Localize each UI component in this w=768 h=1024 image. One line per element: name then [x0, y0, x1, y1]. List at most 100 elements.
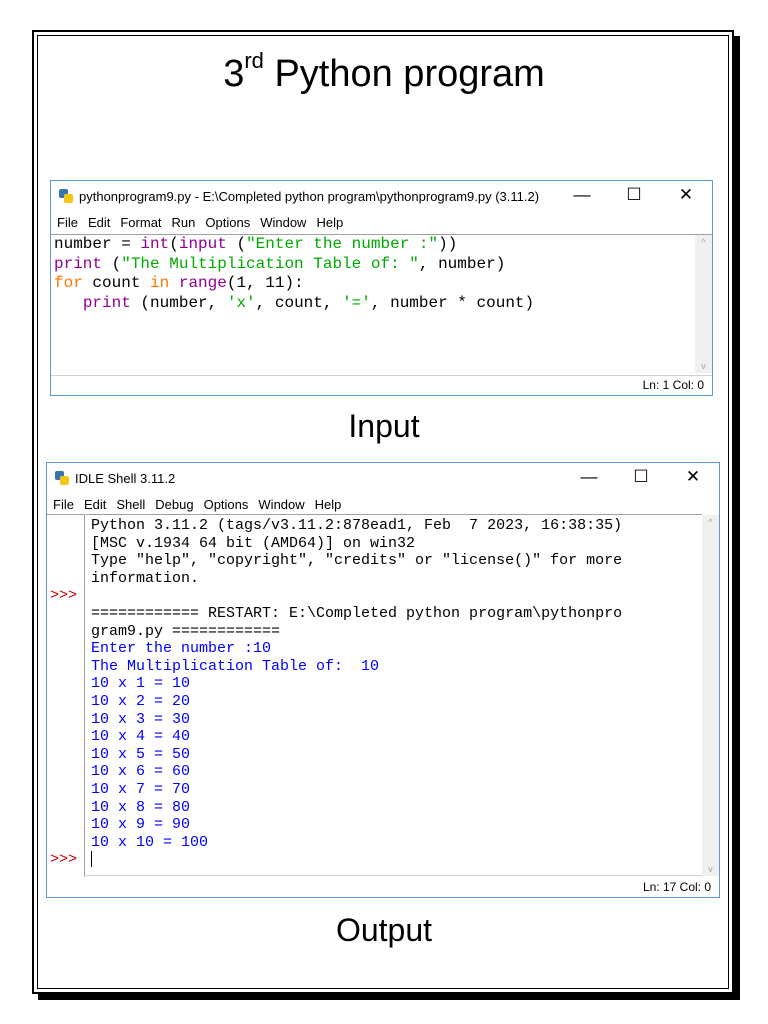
shell-prompt	[50, 605, 84, 623]
keyword-token: for	[54, 274, 83, 293]
menu-item-shell[interactable]: Shell	[116, 497, 145, 512]
shell-prompt	[50, 728, 84, 746]
shell-line: 10 x 8 = 80	[91, 798, 191, 816]
shell-prompt	[50, 535, 84, 553]
shell-line: 10 x 4 = 40	[91, 728, 191, 746]
python-icon	[55, 471, 69, 485]
shell-prompt	[50, 693, 84, 711]
text-cursor	[91, 851, 92, 868]
shell-line: information.	[91, 569, 200, 587]
shell-line: Python 3.11.2 (tags/v3.11.2:878ead1, Feb…	[91, 517, 623, 534]
string-token: "The Multiplication Table of: "	[121, 254, 419, 273]
menu-item-format[interactable]: Format	[120, 215, 161, 230]
shell-output-area[interactable]: Python 3.11.2 (tags/v3.11.2:878ead1, Feb…	[86, 514, 702, 876]
minimize-button[interactable]: —	[563, 463, 615, 493]
shell-prompt	[50, 552, 84, 570]
shell-prompt	[50, 570, 84, 588]
shell-statusbar: Ln: 17 Col: 0	[642, 880, 711, 894]
menu-item-options[interactable]: Options	[204, 497, 249, 512]
code-token: (	[226, 235, 247, 253]
shell-prompt-gutter: >>> >>>	[47, 514, 85, 877]
shell-titlebar: IDLE Shell 3.11.2 — ☐ ✕	[47, 463, 719, 493]
code-line: print ("The Multiplication Table of: ", …	[54, 255, 712, 275]
shell-line: 10 x 3 = 30	[91, 710, 191, 728]
shell-prompt	[50, 675, 84, 693]
editor-statusbar: Ln: 1 Col: 0	[642, 378, 704, 392]
builtin-token: print	[54, 254, 103, 273]
code-token: (	[169, 235, 179, 253]
string-token: '='	[342, 293, 371, 312]
menu-item-help[interactable]: Help	[316, 215, 343, 230]
code-token: number =	[54, 235, 141, 253]
scroll-down-icon[interactable]: v	[695, 361, 712, 371]
shell-line: 10 x 7 = 70	[91, 780, 191, 798]
shell-menubar: File Edit Shell Debug Options Window Help	[47, 493, 719, 515]
menu-item-help[interactable]: Help	[315, 497, 342, 512]
menu-item-options[interactable]: Options	[205, 215, 250, 230]
scroll-up-icon[interactable]: ^	[695, 237, 712, 247]
menu-item-file[interactable]: File	[57, 215, 78, 230]
editor-titlebar: pythonprogram9.py - E:\Completed python …	[51, 181, 712, 211]
menu-item-edit[interactable]: Edit	[88, 215, 110, 230]
code-token: ))	[438, 235, 458, 253]
shell-title: IDLE Shell 3.11.2	[75, 470, 176, 486]
editor-code-area[interactable]: number = int(input ("Enter the number :"…	[51, 234, 712, 376]
shell-prompt	[50, 834, 84, 852]
code-token: (	[102, 254, 122, 273]
shell-prompt	[50, 658, 84, 676]
shell-prompt	[50, 781, 84, 799]
code-token: (1, 11):	[226, 274, 304, 293]
shell-line: [MSC v.1934 64 bit (AMD64)] on win32	[91, 534, 416, 552]
builtin-token: range	[178, 274, 227, 293]
shell-line: 10 x 2 = 20	[91, 692, 191, 710]
editor-scrollbar[interactable]: ^ v	[695, 235, 712, 373]
string-token: "Enter the number :"	[246, 235, 439, 253]
menu-item-file[interactable]: File	[53, 497, 74, 512]
maximize-button[interactable]: ☐	[608, 181, 660, 211]
shell-line: Type "help", "copyright", "credits" or "…	[91, 552, 623, 570]
shell-prompt	[50, 763, 84, 781]
builtin-token: input	[178, 235, 227, 253]
menu-item-debug[interactable]: Debug	[155, 497, 193, 512]
scroll-down-icon[interactable]: v	[702, 864, 719, 874]
code-line: print (number, 'x', count, '=', number *…	[54, 294, 712, 314]
code-line: number = int(input ("Enter the number :"…	[54, 235, 712, 255]
shell-prompt	[50, 746, 84, 764]
shell-line	[91, 851, 702, 869]
builtin-token: print	[82, 293, 131, 312]
code-token: , count,	[255, 293, 343, 312]
editor-title: pythonprogram9.py - E:\Completed python …	[79, 188, 540, 204]
menu-item-window[interactable]: Window	[258, 497, 304, 512]
shell-line: 10 x 5 = 50	[91, 745, 191, 763]
shell-prompt	[50, 623, 84, 641]
minimize-button[interactable]: —	[556, 181, 608, 211]
code-line: for count in range(1, 11):	[54, 274, 712, 294]
shell-scrollbar[interactable]: ^ v	[702, 515, 719, 876]
menu-item-window[interactable]: Window	[260, 215, 306, 230]
keyword-token: in	[150, 274, 170, 293]
code-token: , number)	[418, 254, 506, 273]
builtin-token: int	[140, 235, 170, 253]
shell-line: 10 x 9 = 90	[91, 816, 191, 834]
shell-prompt	[50, 517, 84, 535]
page-title: 3rd Python program	[223, 48, 545, 95]
shell-prompt: >>>	[50, 587, 78, 605]
code-token: , number * count)	[370, 293, 535, 312]
code-token: (number,	[130, 293, 227, 312]
menu-item-run[interactable]: Run	[172, 215, 196, 230]
menu-item-edit[interactable]: Edit	[84, 497, 106, 512]
close-button[interactable]: ✕	[667, 463, 719, 493]
shell-line: 10 x 10 = 100	[91, 833, 209, 851]
maximize-button[interactable]: ☐	[615, 463, 667, 493]
close-button[interactable]: ✕	[660, 181, 712, 211]
shell-prompt	[50, 640, 84, 658]
scroll-up-icon[interactable]: ^	[702, 517, 719, 527]
python-icon	[59, 189, 73, 203]
shell-line: gram9.py ============	[91, 622, 281, 640]
shell-prompt	[50, 799, 84, 817]
string-token: 'x'	[226, 293, 256, 312]
shell-line: ============ RESTART: E:\Completed pytho…	[91, 604, 623, 622]
